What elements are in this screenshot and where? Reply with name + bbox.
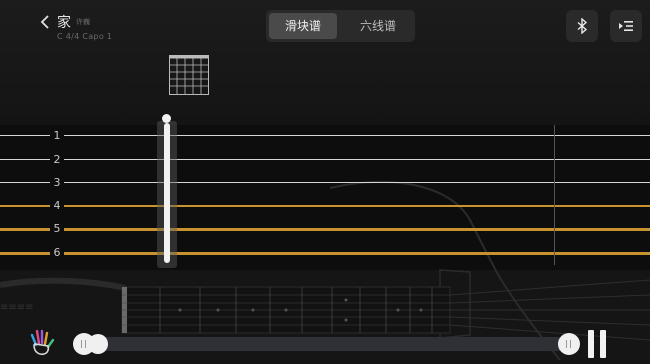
string-4-line [0,205,650,207]
string-5-line [0,228,650,231]
chord-diagram[interactable] [169,55,209,95]
string-number-2: 2 [50,153,64,167]
song-meta: C 4/4 Capo 1 [57,32,113,41]
pause-button[interactable] [588,330,608,358]
chevron-left-icon [40,15,49,29]
playhead-handle[interactable] [162,114,171,123]
bluetooth-icon [577,18,588,34]
string-6-line [0,252,650,255]
string-number-6: 6 [50,246,64,260]
string-2-line [0,159,650,160]
tab-slider-view[interactable]: 滑块谱 [269,13,337,39]
string-number-1: 1 [50,129,64,143]
song-author: 许巍 [76,18,90,26]
measure-barline [554,125,555,265]
string-number-5: 5 [50,222,64,236]
string-1-line [0,135,650,136]
bluetooth-button[interactable] [566,10,598,42]
song-title: 家 [57,15,71,31]
tab-six-line-view[interactable]: 六线谱 [345,13,411,39]
string-3-line [0,182,650,183]
progress-handle[interactable] [88,334,108,354]
section-range-track[interactable] [84,337,572,351]
svg-text:≡≡≡≡: ≡≡≡≡ [0,302,34,313]
colored-hand-icon[interactable] [26,327,56,357]
playhead-cursor[interactable] [164,123,170,263]
back-button[interactable] [38,14,52,34]
view-mode-switch: 滑块谱 六线谱 [266,10,415,42]
playlist-menu-button[interactable] [610,10,642,42]
string-number-4: 4 [50,199,64,213]
pause-icon [588,330,594,358]
playlist-menu-icon [619,21,633,31]
string-number-3: 3 [50,176,64,190]
range-end-handle[interactable] [558,333,580,355]
